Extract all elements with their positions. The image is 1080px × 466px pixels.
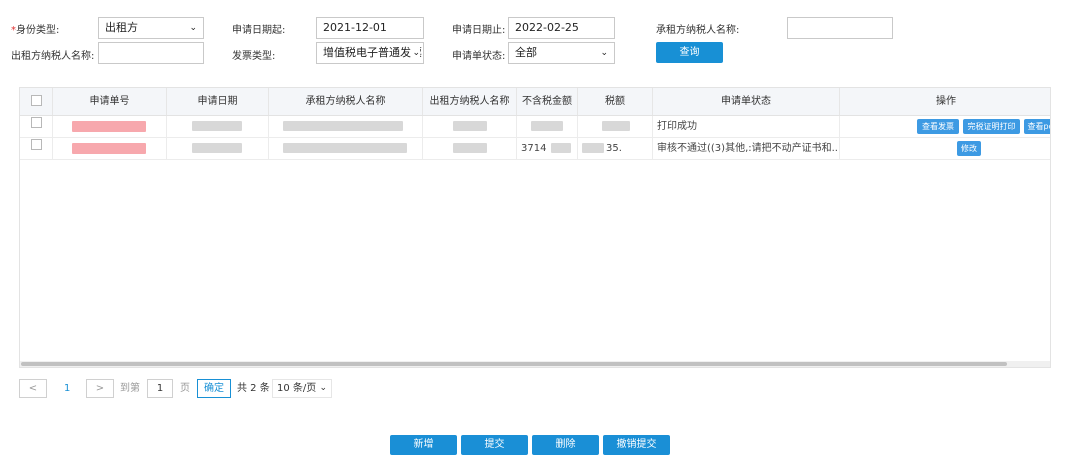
current-page[interactable]: 1 xyxy=(64,379,70,398)
lessee-taxpayer-input[interactable] xyxy=(787,17,893,39)
identity-type-value: 出租方 xyxy=(105,21,138,34)
application-no-cell[interactable] xyxy=(53,138,167,159)
page-unit-label: 页 xyxy=(180,383,190,394)
identity-type-label: *身份类型: xyxy=(11,25,60,36)
tax-certificate-print-button[interactable]: 完税证明打印 xyxy=(963,119,1020,134)
application-table: 申请单号 申请日期 承租方纳税人名称 出租方纳税人名称 不含税金额 税额 申请单… xyxy=(19,87,1051,368)
row-select-cell xyxy=(20,138,53,159)
page-size-value: 10 条/页 xyxy=(277,383,317,394)
amount-cell xyxy=(517,116,578,137)
redacted-amount xyxy=(551,143,571,153)
invoice-type-select[interactable]: 增值税电子普通发票 ⌄ xyxy=(316,42,424,64)
horizontal-scrollbar[interactable] xyxy=(20,361,1050,367)
lessee-name-cell xyxy=(269,116,423,137)
apply-date-start-input[interactable]: 2021-12-01 xyxy=(316,17,424,39)
col-lessee-name[interactable]: 承租方纳税人名称 xyxy=(269,88,423,115)
table-header: 申请单号 申请日期 承租方纳税人名称 出租方纳税人名称 不含税金额 税额 申请单… xyxy=(20,88,1050,116)
redacted-date xyxy=(192,143,242,153)
lessor-taxpayer-input[interactable] xyxy=(98,42,204,64)
operations-cell: 查看发票 完税证明打印 查看pdf xyxy=(840,116,1050,137)
redacted-lessor-name xyxy=(453,143,487,153)
invoice-type-value: 增值税电子普通发票 xyxy=(323,46,422,59)
lessee-taxpayer-label: 承租方纳税人名称: xyxy=(656,25,740,36)
chevron-down-icon: ⌄ xyxy=(411,43,420,63)
apply-date-end-input[interactable]: 2022-02-25 xyxy=(508,17,615,39)
col-operations: 操作 xyxy=(936,96,956,107)
apply-date-end-label: 申请日期止: xyxy=(452,25,506,36)
application-no-cell[interactable] xyxy=(53,116,167,137)
status-cell: 打印成功 xyxy=(653,116,840,137)
lessee-name-cell xyxy=(269,138,423,159)
apply-date-start-label: 申请日期起: xyxy=(232,25,286,36)
select-all-checkbox[interactable] xyxy=(31,95,42,106)
row-checkbox[interactable] xyxy=(31,117,42,128)
goto-confirm-button[interactable]: 确定 xyxy=(197,379,231,398)
redacted-application-no xyxy=(72,121,146,132)
chevron-down-icon: ⌄ xyxy=(600,48,608,58)
lessor-taxpayer-label: 出租方纳税人名称: xyxy=(11,51,95,62)
lessor-name-cell xyxy=(423,116,517,137)
table-row[interactable]: 打印成功 查看发票 完税证明打印 查看pdf xyxy=(20,116,1050,138)
redacted-date xyxy=(192,121,242,131)
identity-type-select[interactable]: 出租方 ⌄ xyxy=(98,17,204,39)
col-lessor-name[interactable]: 出租方纳税人名称 xyxy=(423,88,517,115)
page-size-select[interactable]: 10 条/页 ⌄ xyxy=(272,379,332,398)
prev-page-button[interactable]: < xyxy=(19,379,47,398)
amount-partial: 3714 xyxy=(521,143,547,154)
redacted-tax xyxy=(582,143,604,153)
tax-cell xyxy=(578,116,653,137)
tax-partial: 35. xyxy=(606,143,622,154)
col-apply-date[interactable]: 申请日期 xyxy=(167,88,269,115)
invoice-type-label: 发票类型: xyxy=(232,51,276,62)
operations-cell: 修改 xyxy=(840,138,1050,159)
edit-button[interactable]: 修改 xyxy=(957,141,981,156)
amount-cell: 3714 xyxy=(517,138,578,159)
chevron-down-icon: ⌄ xyxy=(189,23,197,33)
goto-label: 到第 xyxy=(120,383,140,394)
status-select[interactable]: 全部 ⌄ xyxy=(508,42,615,64)
status-label: 申请单状态: xyxy=(452,51,506,62)
status-value: 全部 xyxy=(515,46,537,59)
redacted-tax xyxy=(602,121,630,131)
redacted-application-no xyxy=(72,143,146,154)
status-cell: 审核不通过((3)其他,:请把不动产证书和... xyxy=(653,138,840,159)
total-count: 共 2 条 xyxy=(237,383,270,394)
delete-button[interactable]: 删除 xyxy=(532,435,599,455)
next-page-button[interactable]: > xyxy=(86,379,114,398)
select-all-cell xyxy=(20,88,53,115)
lessor-name-cell xyxy=(423,138,517,159)
scrollbar-thumb[interactable] xyxy=(21,362,1007,366)
redacted-lessee-name xyxy=(283,143,407,153)
table-row[interactable]: 3714 35. 审核不通过((3)其他,:请把不动产证书和... 修改 xyxy=(20,138,1050,160)
col-amount-ex-tax[interactable]: 不含税金额 xyxy=(517,88,578,115)
redacted-lessor-name xyxy=(453,121,487,131)
col-application-no[interactable]: 申请单号 xyxy=(53,88,167,115)
chevron-down-icon: ⌄ xyxy=(319,383,327,393)
redacted-lessee-name xyxy=(283,121,403,131)
col-status[interactable]: 申请单状态 xyxy=(653,88,840,115)
submit-button[interactable]: 提交 xyxy=(461,435,528,455)
apply-date-cell xyxy=(167,116,269,137)
query-button[interactable]: 查询 xyxy=(656,42,723,63)
goto-page-input[interactable]: 1 xyxy=(147,379,173,398)
row-checkbox[interactable] xyxy=(31,139,42,150)
tax-cell: 35. xyxy=(578,138,653,159)
add-button[interactable]: 新增 xyxy=(390,435,457,455)
view-pdf-button[interactable]: 查看pdf xyxy=(1024,119,1050,134)
col-tax[interactable]: 税额 xyxy=(578,88,653,115)
apply-date-cell xyxy=(167,138,269,159)
revoke-submit-button[interactable]: 撤销提交 xyxy=(603,435,670,455)
view-invoice-button[interactable]: 查看发票 xyxy=(917,119,959,134)
row-select-cell xyxy=(20,116,53,137)
redacted-amount xyxy=(531,121,563,131)
